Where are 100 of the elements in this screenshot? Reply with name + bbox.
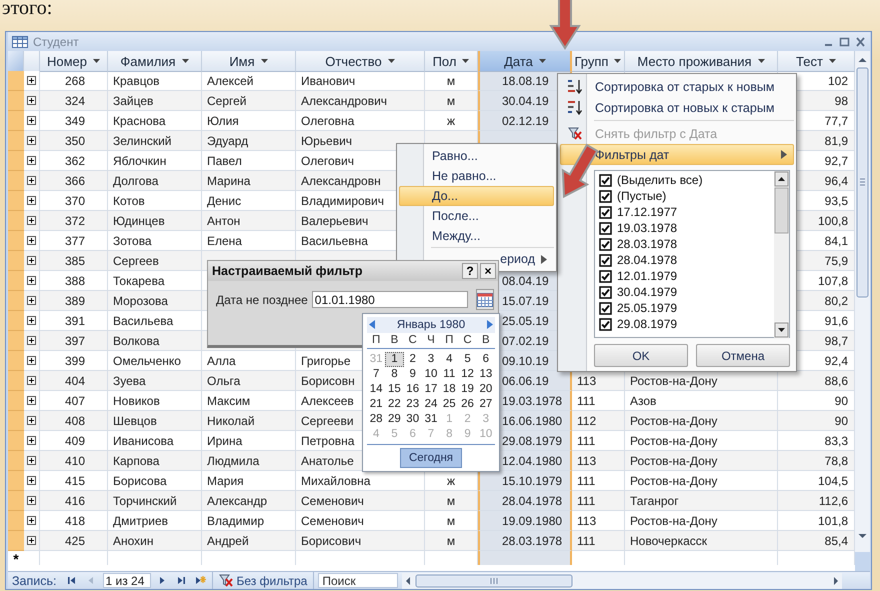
expand-icon[interactable] (27, 236, 36, 245)
calendar-day[interactable]: 22 (385, 397, 404, 412)
expand-icon[interactable] (27, 316, 36, 325)
column-header[interactable]: Имя (202, 51, 296, 72)
calendar-day[interactable]: 25 (440, 397, 458, 412)
calendar-day[interactable]: 21 (367, 397, 386, 412)
column-header[interactable]: Тест (778, 51, 855, 72)
expand-icon[interactable] (27, 136, 36, 145)
table-cell: Семенович (296, 511, 425, 531)
table-cell: Владимир (202, 511, 296, 531)
calendar-day[interactable]: 19 (458, 382, 477, 397)
expand-icon[interactable] (27, 496, 36, 505)
dropdown-arrow-icon (93, 59, 100, 63)
table-cell: м (425, 71, 478, 91)
table-cell: Зуева (108, 371, 202, 391)
checkbox[interactable] (599, 302, 612, 314)
vertical-scrollbar[interactable] (855, 51, 870, 552)
calendar-day[interactable]: 2 (404, 352, 422, 367)
menu-button[interactable]: Отмена (696, 344, 790, 367)
sort-descending-icon (567, 100, 583, 116)
table-cell: 399 (40, 351, 108, 371)
calendar-button[interactable] (476, 289, 494, 310)
expand-icon[interactable] (27, 536, 36, 545)
expand-icon[interactable] (27, 276, 36, 285)
column-header[interactable]: Пол (425, 51, 478, 72)
filter-toggle-button[interactable]: Без фильтра (212, 572, 314, 589)
expand-icon[interactable] (27, 116, 36, 125)
window-title: Студент (33, 34, 79, 48)
dialog-title-button[interactable]: ? (462, 263, 478, 279)
checkbox[interactable] (599, 318, 612, 330)
expand-icon[interactable] (27, 476, 36, 485)
calendar-day[interactable]: 23 (404, 397, 422, 412)
calendar-day[interactable]: 26 (458, 397, 477, 412)
table-cell: 111 (572, 531, 625, 551)
date-input[interactable]: 01.01.1980 (312, 291, 468, 308)
menu-item[interactable]: Фильтры дат (560, 144, 794, 165)
calendar-day[interactable]: 29 (385, 412, 404, 427)
calendar-day[interactable]: 30 (404, 412, 422, 427)
table-cell: 410 (40, 451, 108, 471)
column-header[interactable]: Фамилия (108, 51, 202, 72)
checkbox[interactable] (599, 190, 612, 202)
table-cell: 90 (778, 391, 855, 411)
expand-icon[interactable] (27, 356, 36, 365)
expand-icon[interactable] (27, 436, 36, 445)
horizontal-scrollbar[interactable] (402, 572, 842, 588)
column-header[interactable]: Номер (40, 51, 108, 72)
calendar-day[interactable]: 4 (440, 352, 458, 367)
calendar-day[interactable]: 12 (458, 367, 477, 382)
expand-icon[interactable] (27, 376, 36, 385)
expand-icon[interactable] (27, 456, 36, 465)
expand-icon[interactable] (27, 516, 36, 525)
menu-item[interactable]: До... (399, 186, 554, 206)
today-button[interactable]: Сегодня (400, 448, 462, 468)
table-cell: 416 (40, 491, 108, 511)
checkbox[interactable] (599, 286, 612, 298)
checkbox[interactable] (599, 174, 612, 186)
expand-icon[interactable] (27, 156, 36, 165)
next-month-button[interactable] (486, 320, 493, 330)
calendar-day[interactable]: 1 (385, 352, 404, 367)
column-header[interactable]: Групп (572, 51, 625, 72)
expand-icon[interactable] (27, 176, 36, 185)
calendar-day[interactable]: 18 (440, 382, 458, 397)
expand-icon[interactable] (27, 76, 36, 85)
checkbox-label: (Выделить все) (617, 173, 703, 187)
table-cell: 28.04.1978 (478, 491, 572, 511)
column-header[interactable]: Дата (478, 51, 572, 72)
previous-month-button[interactable] (369, 320, 375, 330)
calendar-day[interactable]: 6 (476, 352, 495, 367)
menu-button[interactable]: OK (594, 344, 688, 367)
checkbox[interactable] (599, 206, 612, 218)
expand-icon[interactable] (27, 336, 36, 345)
expand-icon[interactable] (27, 196, 36, 205)
checkbox[interactable] (599, 222, 612, 234)
column-header[interactable]: Место проживания (625, 51, 778, 72)
expand-icon[interactable] (27, 256, 36, 265)
column-header[interactable]: Отчество (296, 51, 425, 72)
checkbox[interactable] (599, 270, 612, 282)
table-cell: Дмитриев (108, 511, 202, 531)
calendar-day[interactable]: 27 (476, 397, 495, 412)
list-scrollbar[interactable] (774, 171, 789, 339)
table-cell: 85,4 (778, 531, 855, 551)
checkbox[interactable] (599, 254, 612, 266)
expand-icon[interactable] (27, 416, 36, 425)
expand-icon[interactable] (27, 96, 36, 105)
expand-icon[interactable] (27, 396, 36, 405)
table-cell: 113 (572, 451, 625, 471)
record-position-field[interactable]: 1 из 24 (102, 573, 150, 588)
table-cell: Юрьевич (296, 131, 425, 151)
dialog-title-button[interactable]: × (480, 263, 496, 279)
maximize-icon[interactable] (839, 36, 850, 46)
search-field[interactable]: Поиск (318, 573, 398, 588)
checkbox[interactable] (599, 238, 612, 250)
table-cell: Денис (202, 191, 296, 211)
calendar-day[interactable]: 11 (440, 367, 458, 382)
close-icon[interactable] (855, 36, 866, 46)
calendar-day[interactable]: 28 (367, 412, 386, 427)
calendar-day[interactable]: 5 (458, 352, 477, 367)
expand-icon[interactable] (27, 296, 36, 305)
table-cell: Иванисова (108, 431, 202, 451)
expand-icon[interactable] (27, 216, 36, 225)
